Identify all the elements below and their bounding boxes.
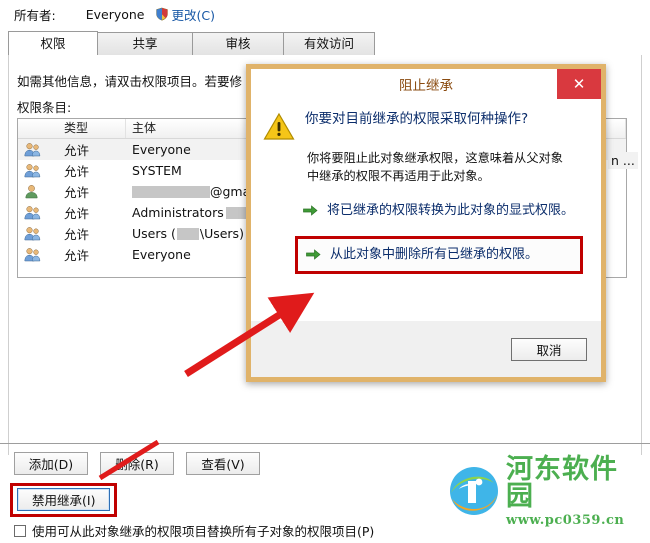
dialog-title: 阻止继承 <box>399 78 453 94</box>
column-header-icon[interactable] <box>18 119 58 138</box>
footer-separator <box>0 443 650 444</box>
row-type: 允许 <box>64 143 90 158</box>
row-type: 允许 <box>64 185 90 200</box>
row-principal-suffix: \Users) <box>199 226 244 241</box>
green-arrow-icon <box>303 202 318 217</box>
green-arrow-icon <box>306 246 321 261</box>
dialog-question: 你要对目前继承的权限采取何种操作? <box>305 111 529 127</box>
dialog-question-row: 你要对目前继承的权限采取何种操作? <box>263 111 589 141</box>
owner-value: Everyone <box>85 6 145 22</box>
option-convert-label: 将已继承的权限转换为此对象的显式权限。 <box>327 203 575 219</box>
watermark: 河东软件园 www.pc0359.cn <box>448 456 644 528</box>
dialog-description: 你将要阻止此对象继承权限，这意味着从父对象中继承的权限不再适用于此对象。 <box>307 151 563 183</box>
change-owner-link[interactable]: 更改(C) <box>155 5 215 24</box>
close-icon[interactable]: ✕ <box>557 69 601 99</box>
info-text: 如需其他信息，请双击权限项目。若要修 <box>17 74 243 89</box>
replace-child-permissions-checkbox[interactable] <box>14 524 26 537</box>
row-type: 允许 <box>64 227 90 242</box>
shield-icon <box>155 7 169 21</box>
warning-triangle-icon <box>263 111 295 141</box>
tab-permissions[interactable]: 权限 <box>8 31 98 55</box>
block-inheritance-dialog: 阻止继承 ✕ 你要对目前继承的权限采取何种操作? 你将要阻止此对象继承权限，这意… <box>246 64 606 382</box>
row-type: 允许 <box>64 248 90 263</box>
row-type: 允许 <box>64 164 90 179</box>
tabstrip: 权限 共享 审核 有效访问 <box>8 31 642 56</box>
row-principal-text: Administrators <box>132 205 224 220</box>
cancel-button[interactable]: 取消 <box>511 337 587 361</box>
row-icon <box>18 184 58 199</box>
owner-row: 所有者: Everyone 更改(C) <box>0 0 650 28</box>
tab-effective-access[interactable]: 有效访问 <box>283 32 375 55</box>
watermark-url: www.pc0359.cn <box>506 513 625 528</box>
dialog-footer: 取消 <box>251 321 601 377</box>
row-principal-text: Users ( <box>132 226 176 241</box>
watermark-title: 河东软件园 <box>506 454 618 512</box>
row-icon <box>18 163 58 178</box>
tab-sharing[interactable]: 共享 <box>97 32 193 55</box>
remove-button[interactable]: 删除(R) <box>100 452 174 475</box>
dialog-body: 你要对目前继承的权限采取何种操作? 你将要阻止此对象继承权限，这意味着从父对象中… <box>251 99 601 321</box>
dialog-title-bar: 阻止继承 ✕ <box>251 69 601 99</box>
row-type: 允许 <box>64 206 90 221</box>
option-remove-label: 从此对象中删除所有已继承的权限。 <box>330 246 539 262</box>
disable-inheritance-highlight: 禁用继承(I) <box>10 483 118 517</box>
action-button-row: 添加(D) 删除(R) 查看(V) <box>14 452 260 475</box>
option-convert-inherited-permissions[interactable]: 将已继承的权限转换为此对象的显式权限。 <box>295 195 583 228</box>
change-owner-label: 更改(C) <box>171 7 215 23</box>
watermark-text-wrap: 河东软件园 www.pc0359.cn <box>506 456 644 528</box>
redaction-block <box>176 227 199 240</box>
watermark-logo-icon <box>448 465 500 520</box>
add-button[interactable]: 添加(D) <box>14 452 88 475</box>
tab-auditing[interactable]: 审核 <box>192 32 284 55</box>
row-icon <box>18 226 58 241</box>
disable-inheritance-button[interactable]: 禁用继承(I) <box>17 488 111 511</box>
redaction-block <box>132 185 210 198</box>
list-clipped-text: n ... <box>608 152 638 169</box>
row-icon <box>18 142 58 157</box>
owner-label: 所有者: <box>14 7 56 23</box>
replace-child-permissions-row[interactable]: 使用可从此对象继承的权限项目替换所有子对象的权限项目(P) <box>14 521 374 540</box>
row-icon <box>18 247 58 262</box>
option-remove-all-inherited-permissions[interactable]: 从此对象中删除所有已继承的权限。 <box>295 235 583 275</box>
row-icon <box>18 205 58 220</box>
replace-child-permissions-label: 使用可从此对象继承的权限项目替换所有子对象的权限项目(P) <box>32 524 375 539</box>
view-button[interactable]: 查看(V) <box>186 452 260 475</box>
column-header-type[interactable]: 类型 <box>58 119 126 138</box>
entries-label: 权限条目: <box>17 100 72 115</box>
